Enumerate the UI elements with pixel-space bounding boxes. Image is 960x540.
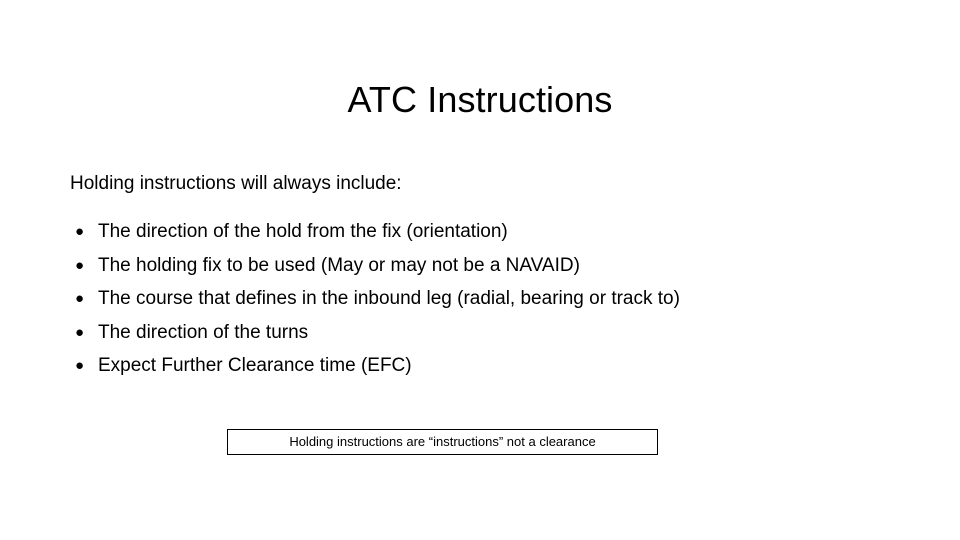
list-item-label: The holding fix to be used (May or may n…: [98, 254, 580, 276]
callout-text: Holding instructions are “instructions” …: [289, 434, 596, 449]
bullet-dot-icon: ●: [75, 256, 85, 274]
page-title: ATC Instructions: [347, 79, 613, 121]
list-item: ● The direction of the turns: [70, 320, 890, 354]
lead-paragraph: Holding instructions will always include…: [70, 173, 402, 194]
bullet-dot-icon: ●: [75, 290, 85, 307]
list-item-label: Expect Further Clearance time (EFC): [98, 355, 412, 376]
callout-box: Holding instructions are “instructions” …: [227, 429, 658, 455]
bullet-dot-icon: ●: [75, 323, 85, 341]
bullet-dot-icon: ●: [75, 223, 85, 240]
list-item: ● The course that defines in the inbound…: [70, 286, 890, 320]
list-item-label: The direction of the turns: [98, 321, 309, 343]
list-item-label: The direction of the hold from the fix (…: [98, 221, 508, 242]
list-item: ● The direction of the hold from the fix…: [70, 219, 890, 253]
list-item: ● The holding fix to be used (May or may…: [70, 253, 890, 287]
presentation-slide: ATC Instructions Holding instructions wi…: [0, 0, 960, 540]
holding-instructions-list: ● The direction of the hold from the fix…: [70, 219, 890, 387]
list-item-label: The course that defines in the inbound l…: [98, 288, 680, 309]
bullet-dot-icon: ●: [75, 357, 85, 374]
list-item: ● Expect Further Clearance time (EFC): [70, 353, 890, 387]
